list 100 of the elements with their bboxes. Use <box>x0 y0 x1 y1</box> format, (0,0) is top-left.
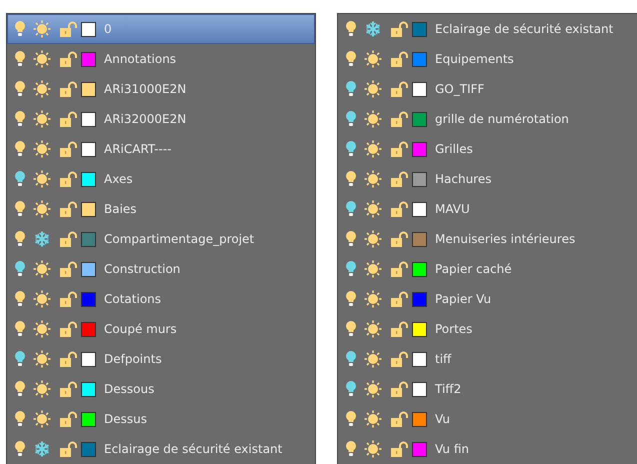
layer-color-swatch[interactable] <box>412 352 427 366</box>
light-bulb-off-icon[interactable] <box>346 351 356 367</box>
sun-icon[interactable] <box>364 260 382 278</box>
layer-row[interactable]: Hachures <box>338 164 637 194</box>
layer-color-swatch[interactable] <box>81 232 96 246</box>
layer-color-swatch[interactable] <box>412 172 427 186</box>
sun-icon[interactable] <box>364 140 382 158</box>
layer-color-swatch[interactable] <box>81 292 96 306</box>
layer-color-swatch[interactable] <box>412 412 427 426</box>
sun-icon[interactable] <box>364 290 382 308</box>
unlocked-lock-icon[interactable] <box>59 51 77 67</box>
unlocked-lock-icon[interactable] <box>59 201 77 217</box>
sun-icon[interactable] <box>364 380 382 398</box>
layer-color-swatch[interactable] <box>412 202 427 216</box>
sun-icon[interactable] <box>33 50 51 68</box>
light-bulb-on-icon[interactable] <box>346 411 356 427</box>
layer-color-swatch[interactable] <box>81 352 96 366</box>
sun-icon[interactable] <box>33 290 51 308</box>
unlocked-lock-icon[interactable] <box>390 111 408 127</box>
sun-icon[interactable] <box>364 350 382 368</box>
unlocked-lock-icon[interactable] <box>390 411 408 427</box>
unlocked-lock-icon[interactable] <box>390 441 408 457</box>
layer-row[interactable]: Equipements <box>338 44 637 74</box>
light-bulb-on-icon[interactable] <box>15 111 25 127</box>
layer-row[interactable]: Eclairage de sécurité existant <box>7 434 315 464</box>
layer-color-swatch[interactable] <box>81 52 96 66</box>
sun-icon[interactable] <box>33 80 51 98</box>
light-bulb-off-icon[interactable] <box>15 351 25 367</box>
light-bulb-off-icon[interactable] <box>346 81 356 97</box>
layer-row[interactable]: 0 <box>7 14 315 44</box>
layer-row[interactable]: Construction <box>7 254 315 284</box>
sun-icon[interactable] <box>364 230 382 248</box>
layer-row[interactable]: grille de numérotation <box>338 104 637 134</box>
unlocked-lock-icon[interactable] <box>59 171 77 187</box>
layer-row[interactable]: Coupé murs <box>7 314 315 344</box>
unlocked-lock-icon[interactable] <box>390 21 408 37</box>
layer-row[interactable]: Dessus <box>7 404 315 434</box>
unlocked-lock-icon[interactable] <box>390 381 408 397</box>
layer-color-swatch[interactable] <box>81 172 96 186</box>
layer-color-swatch[interactable] <box>412 232 427 246</box>
layer-color-swatch[interactable] <box>412 442 427 456</box>
unlocked-lock-icon[interactable] <box>59 321 77 337</box>
light-bulb-off-icon[interactable] <box>15 261 25 277</box>
light-bulb-on-icon[interactable] <box>346 51 356 67</box>
layer-color-swatch[interactable] <box>81 382 96 396</box>
light-bulb-on-icon[interactable] <box>15 291 25 307</box>
unlocked-lock-icon[interactable] <box>59 141 77 157</box>
layer-row[interactable]: Eclairage de sécurité existant <box>338 14 637 44</box>
layer-row[interactable]: GO_TIFF <box>338 74 637 104</box>
light-bulb-on-icon[interactable] <box>346 171 356 187</box>
light-bulb-off-icon[interactable] <box>346 381 356 397</box>
light-bulb-on-icon[interactable] <box>15 381 25 397</box>
layer-row[interactable]: MAVU <box>338 194 637 224</box>
sun-icon[interactable] <box>33 20 51 38</box>
layer-color-swatch[interactable] <box>412 52 427 66</box>
unlocked-lock-icon[interactable] <box>59 351 77 367</box>
sun-icon[interactable] <box>364 170 382 188</box>
layer-row[interactable]: Compartimentage_projet <box>7 224 315 254</box>
unlocked-lock-icon[interactable] <box>59 411 77 427</box>
unlocked-lock-icon[interactable] <box>390 351 408 367</box>
layer-row[interactable]: Annotations <box>7 44 315 74</box>
layer-color-swatch[interactable] <box>81 82 96 96</box>
unlocked-lock-icon[interactable] <box>59 81 77 97</box>
layer-color-swatch[interactable] <box>81 262 96 276</box>
layer-color-swatch[interactable] <box>412 292 427 306</box>
light-bulb-off-icon[interactable] <box>346 111 356 127</box>
layer-color-swatch[interactable] <box>412 262 427 276</box>
layer-color-swatch[interactable] <box>81 442 96 456</box>
layer-row[interactable]: Axes <box>7 164 315 194</box>
layer-color-swatch[interactable] <box>81 202 96 216</box>
light-bulb-off-icon[interactable] <box>346 261 356 277</box>
light-bulb-off-icon[interactable] <box>15 171 25 187</box>
layer-color-swatch[interactable] <box>81 142 96 156</box>
layer-row[interactable]: Vu <box>338 404 637 434</box>
light-bulb-on-icon[interactable] <box>15 321 25 337</box>
light-bulb-on-icon[interactable] <box>346 321 356 337</box>
sun-icon[interactable] <box>364 440 382 458</box>
unlocked-lock-icon[interactable] <box>390 141 408 157</box>
layer-row[interactable]: tiff <box>338 344 637 374</box>
unlocked-lock-icon[interactable] <box>390 201 408 217</box>
layer-row[interactable]: Grilles <box>338 134 637 164</box>
layer-color-swatch[interactable] <box>412 322 427 336</box>
light-bulb-on-icon[interactable] <box>15 141 25 157</box>
unlocked-lock-icon[interactable] <box>390 261 408 277</box>
sun-icon[interactable] <box>33 320 51 338</box>
light-bulb-on-icon[interactable] <box>15 231 25 247</box>
unlocked-lock-icon[interactable] <box>390 231 408 247</box>
light-bulb-on-icon[interactable] <box>15 411 25 427</box>
unlocked-lock-icon[interactable] <box>59 231 77 247</box>
sun-icon[interactable] <box>364 200 382 218</box>
snowflake-icon[interactable] <box>33 230 51 248</box>
layer-row[interactable]: Cotations <box>7 284 315 314</box>
layer-row[interactable]: Tiff2 <box>338 374 637 404</box>
light-bulb-off-icon[interactable] <box>346 201 356 217</box>
unlocked-lock-icon[interactable] <box>59 441 77 457</box>
unlocked-lock-icon[interactable] <box>390 321 408 337</box>
sun-icon[interactable] <box>33 350 51 368</box>
layer-row[interactable]: Papier caché <box>338 254 637 284</box>
layer-row[interactable]: ARi31000E2N <box>7 74 315 104</box>
layer-color-swatch[interactable] <box>412 382 427 396</box>
